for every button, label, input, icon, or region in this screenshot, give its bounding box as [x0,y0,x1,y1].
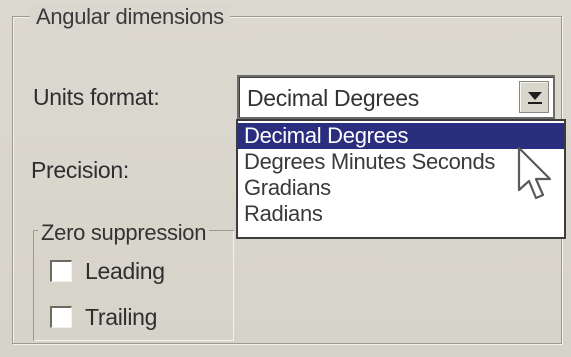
leading-label: Leading [85,258,165,284]
mouse-pointer-icon [517,146,552,200]
trailing-checkbox[interactable] [50,306,72,328]
zero-suppression-title: Zero suppression [38,220,210,246]
dropdown-underline [528,102,542,104]
units-format-dropdown-button[interactable] [519,81,549,113]
units-format-combobox[interactable]: Decimal Degrees [237,75,555,119]
units-format-label: Units format: [33,84,160,110]
chevron-down-icon [528,92,542,100]
dimension-settings-panel: Angular dimensions Units format: Decimal… [0,0,571,357]
trailing-label: Trailing [85,304,158,330]
angular-dimensions-title: Angular dimensions [30,4,230,30]
leading-checkbox[interactable] [50,260,72,282]
units-format-value: Decimal Degrees [247,85,419,111]
precision-label: Precision: [31,157,129,183]
